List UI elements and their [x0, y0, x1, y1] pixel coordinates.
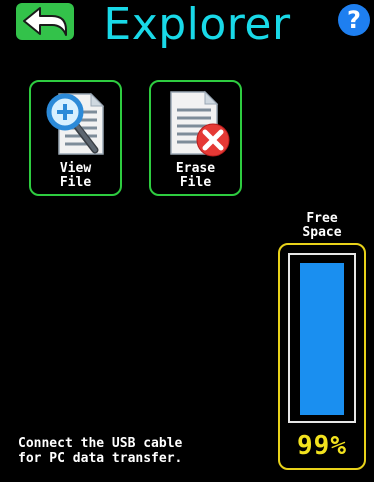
free-space-gauge: 99%	[278, 243, 366, 470]
erase-file-button[interactable]: Erase File	[149, 80, 242, 196]
erase-file-label: Erase File	[175, 161, 216, 190]
delete-document-icon	[170, 90, 230, 157]
back-arrow-icon	[23, 7, 67, 36]
free-space-label: Free Space	[302, 211, 342, 240]
gauge-well	[288, 253, 356, 423]
page-title: Explorer	[103, 0, 291, 50]
explorer-screen: Explorer ? View File Erase File Free Spa…	[0, 0, 374, 482]
back-button[interactable]	[16, 3, 74, 40]
view-file-label: View File	[59, 161, 92, 190]
help-button[interactable]: ?	[338, 4, 370, 36]
gauge-fill	[300, 263, 344, 415]
magnifier-document-icon	[46, 92, 105, 155]
free-space-percent: 99%	[297, 431, 347, 461]
view-file-button[interactable]: View File	[29, 80, 122, 196]
usb-connect-message: Connect the USB cable for PC data transf…	[18, 436, 183, 466]
